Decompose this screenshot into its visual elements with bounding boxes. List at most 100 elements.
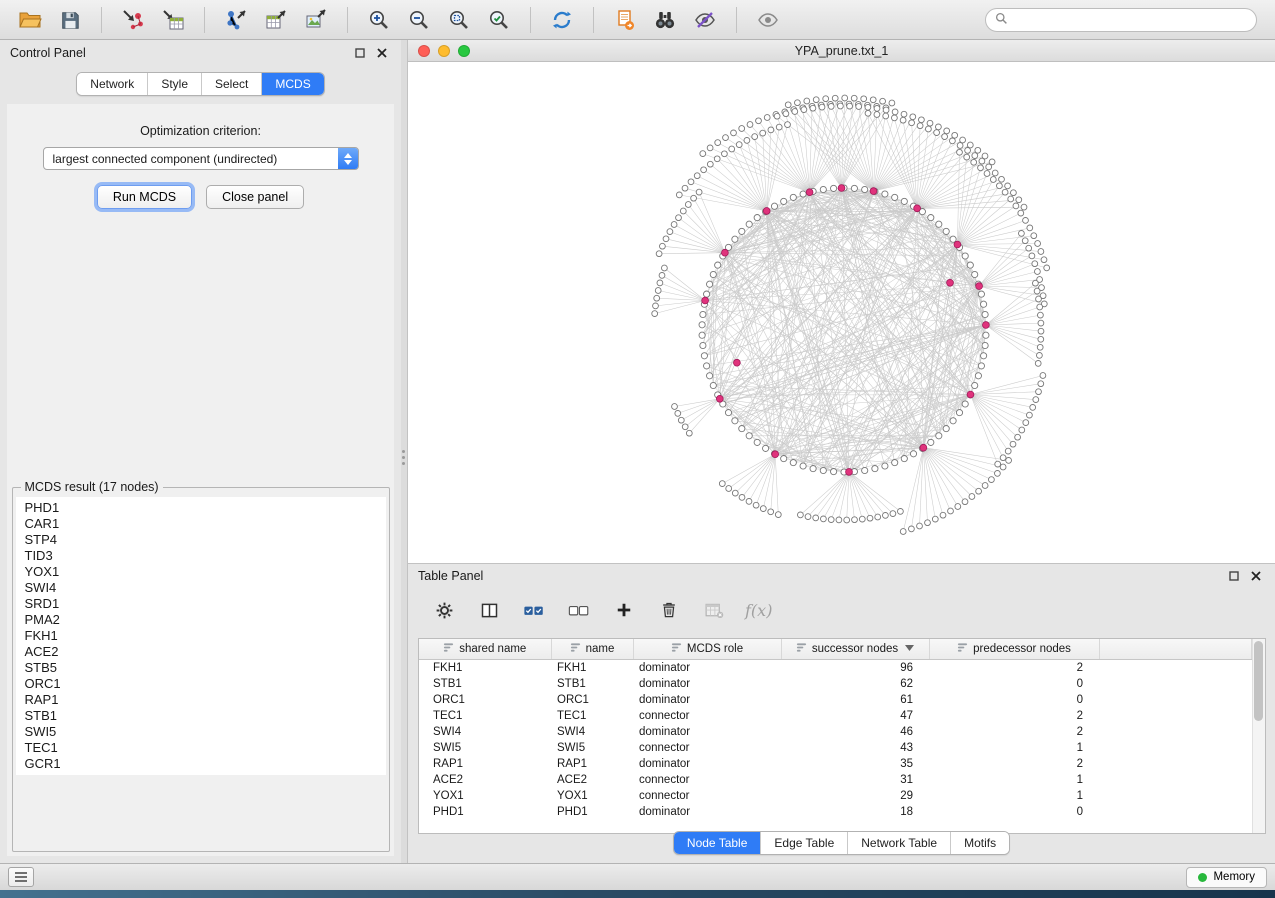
table-tab-node-table[interactable]: Node Table xyxy=(674,832,762,854)
table-settings-gear-icon[interactable] xyxy=(430,596,458,624)
table-tab-edge-table[interactable]: Edge Table xyxy=(761,832,848,854)
clone-network-icon[interactable] xyxy=(607,5,643,35)
table-scrollbar[interactable] xyxy=(1252,639,1265,833)
dropdown-stepper-icon xyxy=(338,148,358,169)
memory-button[interactable]: Memory xyxy=(1186,867,1267,888)
application-window: Control Panel NetworkStyleSelectMCDS Opt… xyxy=(0,0,1275,898)
table-row[interactable]: TEC1TEC1connector472 xyxy=(419,708,1252,724)
table-row[interactable]: YOX1YOX1connector291 xyxy=(419,788,1252,804)
criterion-dropdown[interactable]: largest connected component (undirected) xyxy=(43,147,359,170)
result-node[interactable]: CAR1 xyxy=(16,516,386,532)
result-node[interactable]: PHD1 xyxy=(16,500,386,516)
zoom-out-icon[interactable] xyxy=(401,5,437,35)
table-row[interactable]: STB1STB1dominator620 xyxy=(419,676,1252,692)
run-mcds-button[interactable]: Run MCDS xyxy=(97,185,192,209)
close-panel-button[interactable]: Close panel xyxy=(206,185,304,209)
close-window-icon[interactable] xyxy=(418,45,430,57)
network-title: YPA_prune.txt_1 xyxy=(795,44,889,58)
search-input[interactable] xyxy=(1014,13,1247,27)
show-elements-icon[interactable] xyxy=(750,5,786,35)
column-sort-icon xyxy=(570,642,581,656)
export-network-icon[interactable] xyxy=(218,5,254,35)
table-row[interactable]: SWI5SWI5connector431 xyxy=(419,740,1252,756)
result-node[interactable]: PMA2 xyxy=(16,612,386,628)
open-file-icon[interactable] xyxy=(12,5,48,35)
import-table-icon[interactable] xyxy=(155,5,191,35)
import-network-icon[interactable] xyxy=(115,5,151,35)
table-toolbar: f(x) xyxy=(408,588,1275,632)
delete-table-icon-disabled xyxy=(700,596,728,624)
control-panel-header: Control Panel xyxy=(0,40,401,66)
table-row[interactable]: SWI4SWI4dominator462 xyxy=(419,724,1252,740)
result-node[interactable]: STP4 xyxy=(16,532,386,548)
save-session-icon[interactable] xyxy=(52,5,88,35)
control-panel-title: Control Panel xyxy=(10,46,86,60)
result-node[interactable]: SWI4 xyxy=(16,580,386,596)
zoom-fit-icon[interactable] xyxy=(441,5,477,35)
tab-style[interactable]: Style xyxy=(148,73,202,95)
table-tab-network-table[interactable]: Network Table xyxy=(848,832,951,854)
column-header-predecessor-nodes[interactable]: predecessor nodes xyxy=(929,639,1099,659)
result-node[interactable]: FKH1 xyxy=(16,628,386,644)
result-node[interactable]: GCR1 xyxy=(16,756,386,772)
refresh-icon[interactable] xyxy=(544,5,580,35)
hide-elements-icon[interactable] xyxy=(687,5,723,35)
column-header-successor-nodes[interactable]: successor nodes xyxy=(781,639,929,659)
toolbar-separator xyxy=(347,7,348,33)
float-table-panel-icon[interactable] xyxy=(1225,568,1243,584)
deselect-all-rows-icon[interactable] xyxy=(565,596,593,624)
result-node[interactable]: SWI5 xyxy=(16,724,386,740)
network-view-window: YPA_prune.txt_1 xyxy=(407,40,1275,563)
result-node[interactable]: TEC1 xyxy=(16,740,386,756)
column-header-name[interactable]: name xyxy=(551,639,633,659)
result-node[interactable]: ORC1 xyxy=(16,676,386,692)
result-node[interactable]: ACE2 xyxy=(16,644,386,660)
table-row[interactable]: ACE2ACE2connector311 xyxy=(419,772,1252,788)
result-node[interactable]: RAP1 xyxy=(16,692,386,708)
table-row[interactable]: RAP1RAP1dominator352 xyxy=(419,756,1252,772)
table-row[interactable]: ORC1ORC1dominator610 xyxy=(419,692,1252,708)
tab-select[interactable]: Select xyxy=(202,73,262,95)
maximize-window-icon[interactable] xyxy=(458,45,470,57)
column-header-shared-name[interactable]: shared name xyxy=(419,639,551,659)
table-panel-title: Table Panel xyxy=(418,569,483,583)
export-image-icon[interactable] xyxy=(298,5,334,35)
network-canvas[interactable] xyxy=(408,62,1275,562)
table-panel-tabs: Node TableEdge TableNetwork TableMotifs xyxy=(673,831,1010,855)
result-node[interactable]: TID3 xyxy=(16,548,386,564)
export-table-icon[interactable] xyxy=(258,5,294,35)
select-all-rows-icon[interactable] xyxy=(520,596,548,624)
table-tab-motifs[interactable]: Motifs xyxy=(951,832,1009,854)
search-icon xyxy=(995,12,1008,28)
toolbar-separator xyxy=(736,7,737,33)
delete-column-icon[interactable] xyxy=(655,596,683,624)
tab-network[interactable]: Network xyxy=(77,73,148,95)
table-row[interactable]: PHD1PHD1dominator180 xyxy=(419,804,1252,820)
mcds-result-list[interactable]: PHD1CAR1STP4TID3YOX1SWI4SRD1PMA2FKH1ACE2… xyxy=(16,497,386,775)
scrollbar-thumb[interactable] xyxy=(1254,641,1263,721)
table-row[interactable]: FKH1FKH1dominator962 xyxy=(419,659,1252,676)
network-window-titlebar[interactable]: YPA_prune.txt_1 xyxy=(408,40,1275,62)
result-node[interactable]: STB1 xyxy=(16,708,386,724)
zoom-in-icon[interactable] xyxy=(361,5,397,35)
result-node[interactable]: YOX1 xyxy=(16,564,386,580)
add-column-icon[interactable] xyxy=(610,596,638,624)
column-header-MCDS-role[interactable]: MCDS role xyxy=(633,639,781,659)
toolbar-separator xyxy=(101,7,102,33)
show-columns-icon[interactable] xyxy=(475,596,503,624)
mcds-result-group: MCDS result (17 nodes) PHD1CAR1STP4TID3Y… xyxy=(12,480,390,852)
search-field[interactable] xyxy=(985,8,1257,32)
close-table-panel-icon[interactable] xyxy=(1247,568,1265,584)
status-bar: Memory xyxy=(0,863,1275,890)
memory-label: Memory xyxy=(1213,871,1255,883)
show-panels-list-icon[interactable] xyxy=(8,867,34,887)
zoom-selected-icon[interactable] xyxy=(481,5,517,35)
search-network-icon[interactable] xyxy=(647,5,683,35)
close-panel-icon[interactable] xyxy=(373,45,391,61)
splitter-handle-icon xyxy=(402,450,405,465)
float-panel-icon[interactable] xyxy=(351,45,369,61)
result-node[interactable]: STB5 xyxy=(16,660,386,676)
result-node[interactable]: SRD1 xyxy=(16,596,386,612)
tab-mcds[interactable]: MCDS xyxy=(262,73,323,95)
minimize-window-icon[interactable] xyxy=(438,45,450,57)
